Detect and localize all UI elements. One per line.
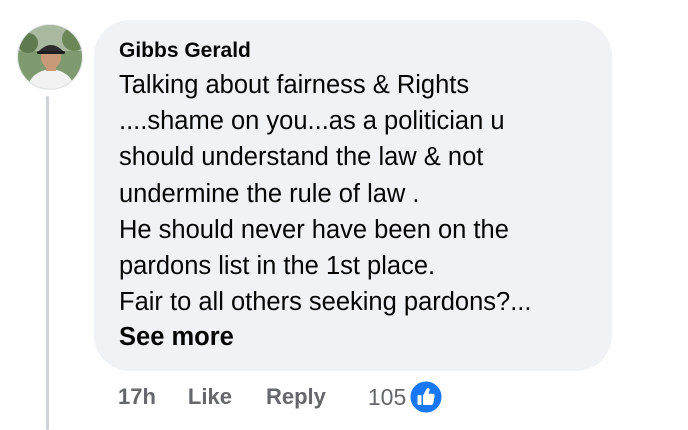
comment-text-line: Talking about fairness & Rights xyxy=(119,71,470,99)
comment-actions: 17h Like Reply 105 xyxy=(118,379,444,415)
comment-timestamp[interactable]: 17h xyxy=(118,384,156,410)
reply-button[interactable]: Reply xyxy=(266,384,326,410)
see-more-link[interactable]: See more xyxy=(119,320,234,354)
comment-text-line: Fair to all others seeking pardons?... xyxy=(119,288,532,317)
comment-text-line: He should never have been on the xyxy=(119,215,509,244)
like-button[interactable]: Like xyxy=(188,384,232,410)
comment-text-line: ....shame on you...as a politician u xyxy=(119,107,505,136)
avatar[interactable] xyxy=(17,24,83,90)
thumbs-up-icon xyxy=(408,379,444,415)
reaction-summary[interactable]: 105 xyxy=(368,379,444,415)
reply-thread-line xyxy=(46,96,49,430)
comment-author-name[interactable]: Gibbs Gerald xyxy=(119,39,592,63)
profile-photo xyxy=(18,25,82,89)
comment-text: Talking about fairness & Rights ....sham… xyxy=(119,67,592,320)
comment-text-line: should understand the law & not xyxy=(119,143,484,172)
comment-text-line: undermine the rule of law . xyxy=(119,179,420,208)
reaction-count: 105 xyxy=(367,383,407,410)
comment-text-line: pardons list in the 1st place. xyxy=(119,252,436,281)
comment-bubble: Gibbs Gerald Talking about fairness & Ri… xyxy=(94,20,612,371)
